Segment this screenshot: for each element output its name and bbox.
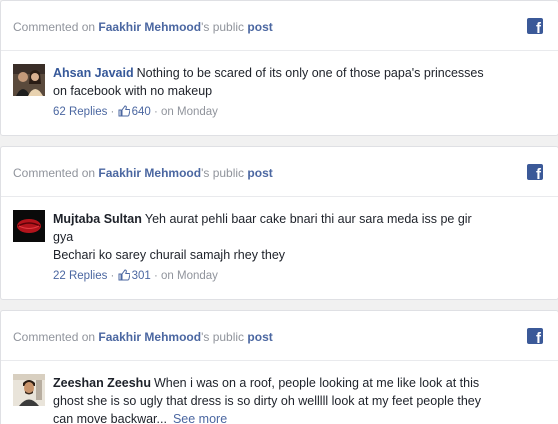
post-owner-link[interactable]: Faakhir Mehmood	[98, 330, 201, 344]
comment-time[interactable]: on Monday	[161, 270, 218, 282]
header-text: Commented on Faakhir Mehmood's public po…	[13, 330, 273, 344]
like-count[interactable]: 301	[132, 270, 151, 282]
avatar[interactable]	[13, 374, 45, 406]
comment-line: Bechari ko sarey churail samajh rhey the…	[53, 248, 286, 262]
post-owner-link[interactable]: Faakhir Mehmood	[98, 20, 201, 34]
header-text: Commented on Faakhir Mehmood's public po…	[13, 20, 273, 34]
comment-line: Yeh aurat pehli baar cake bnari thi aur …	[144, 212, 472, 226]
facebook-icon[interactable]: f	[527, 18, 543, 34]
card-header: Commented on Faakhir Mehmood's public po…	[1, 1, 558, 51]
header-prefix: Commented on	[13, 330, 96, 344]
avatar[interactable]	[13, 64, 45, 96]
see-more-link[interactable]: See more	[173, 412, 227, 424]
comment: Mujtaba Sultan Yeh aurat pehli baar cake …	[1, 197, 558, 282]
replies-link[interactable]: 22 Replies	[53, 270, 107, 282]
comment-time[interactable]: on Monday	[161, 106, 218, 118]
header-suffix: 's public	[201, 20, 245, 34]
comment-text: Mujtaba Sultan Yeh aurat pehli baar cake …	[53, 210, 553, 264]
comment-line: gya	[53, 230, 74, 244]
comment-line: When i was on a roof, people looking at …	[153, 376, 480, 390]
header-prefix: Commented on	[13, 20, 96, 34]
comment-card: Commented on Faakhir Mehmood's public po…	[0, 0, 558, 136]
profile-photo-lips	[13, 210, 45, 242]
like-icon	[118, 105, 130, 117]
profile-photo-couple	[13, 64, 45, 96]
facebook-icon[interactable]: f	[527, 164, 543, 180]
comment: Zeeshan Zeeshu When i was on a roof, peop…	[1, 361, 558, 424]
comment-card: Commented on Faakhir Mehmood's public po…	[0, 146, 558, 300]
header-prefix: Commented on	[13, 166, 96, 180]
replies-link[interactable]: 62 Replies	[53, 106, 107, 118]
comment-author[interactable]: Ahsan Javaid	[53, 66, 134, 80]
profile-photo-man	[13, 374, 45, 406]
card-header: Commented on Faakhir Mehmood's public po…	[1, 311, 558, 361]
like-count[interactable]: 640	[132, 106, 151, 118]
card-header: Commented on Faakhir Mehmood's public po…	[1, 147, 558, 197]
comment-line: can move backwar...	[53, 412, 167, 424]
comment-author[interactable]: Zeeshan Zeeshu	[53, 376, 151, 390]
comment-meta: 62 Replies · 640 · on Monday	[53, 105, 218, 118]
comment-card: Commented on Faakhir Mehmood's public po…	[0, 310, 558, 424]
post-link[interactable]: post	[247, 166, 272, 180]
facebook-icon[interactable]: f	[527, 328, 543, 344]
post-owner-link[interactable]: Faakhir Mehmood	[98, 166, 201, 180]
comment-line: ghost she is so ugly that dress is so di…	[53, 394, 481, 408]
comment-line: on facebook with no makeup	[53, 84, 213, 98]
comment-text: Zeeshan Zeeshu When i was on a roof, peop…	[53, 374, 553, 424]
header-text: Commented on Faakhir Mehmood's public po…	[13, 166, 273, 180]
comment-line: Nothing to be scared of its only one of …	[136, 66, 484, 80]
facebook-glyph: f	[536, 166, 541, 180]
facebook-glyph: f	[536, 330, 541, 344]
header-suffix: 's public	[201, 166, 245, 180]
avatar[interactable]	[13, 210, 45, 242]
facebook-glyph: f	[536, 20, 541, 34]
comment-text: Ahsan Javaid Nothing to be scared of its …	[53, 64, 553, 100]
comment: Ahsan Javaid Nothing to be scared of its …	[1, 51, 558, 118]
comment-author[interactable]: Mujtaba Sultan	[53, 212, 142, 226]
header-suffix: 's public	[201, 330, 245, 344]
like-icon	[118, 269, 130, 281]
post-link[interactable]: post	[247, 20, 272, 34]
comment-meta: 22 Replies · 301 · on Monday	[53, 269, 218, 282]
post-link[interactable]: post	[247, 330, 272, 344]
